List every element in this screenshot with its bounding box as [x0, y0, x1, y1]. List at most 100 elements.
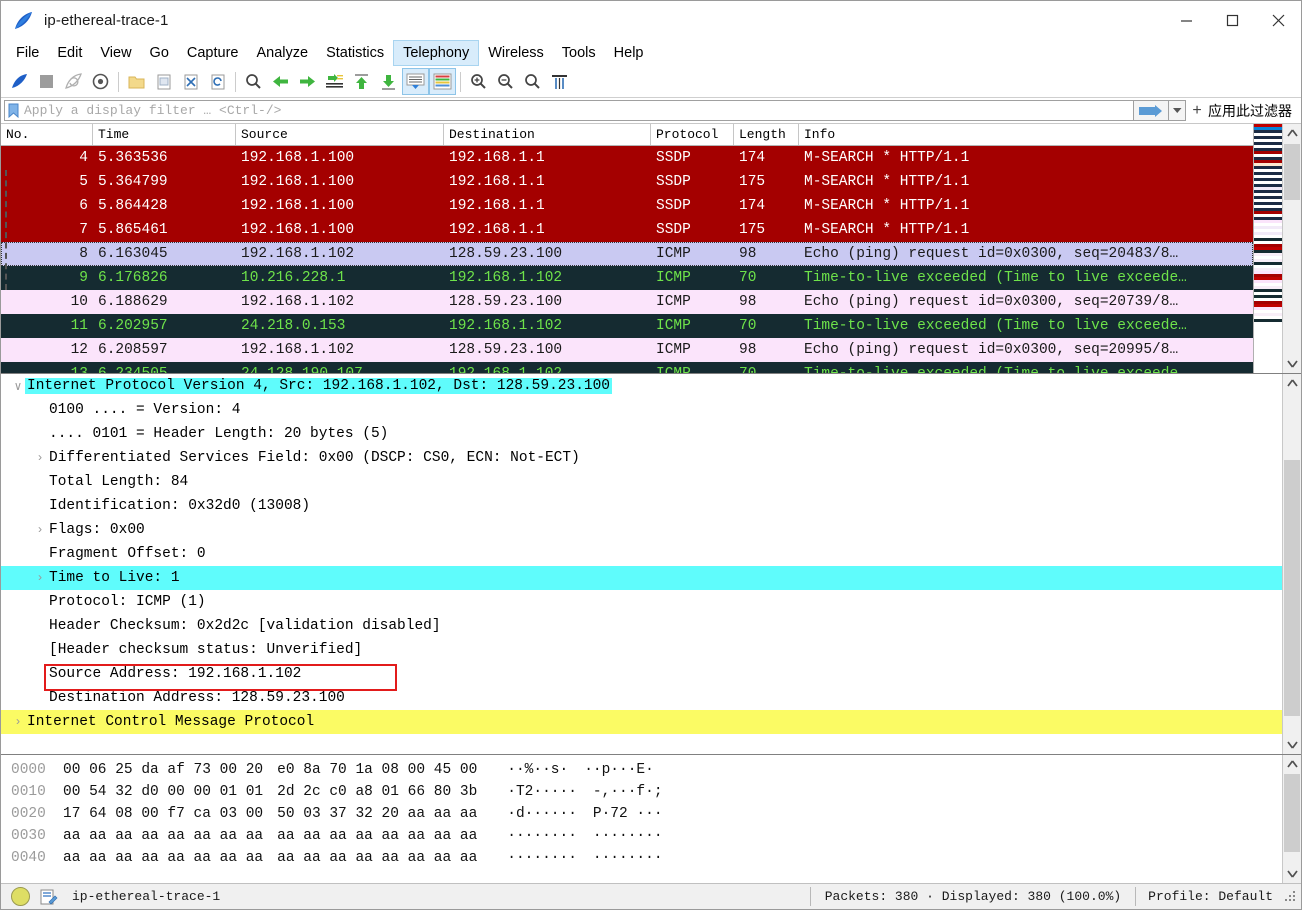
- detail-row[interactable]: Header Checksum: 0x2d2c [validation disa…: [1, 614, 1282, 638]
- packet-row[interactable]: 6 5.864428 192.168.1.100 192.168.1.1 SSDP 174…: [1, 194, 1253, 218]
- packet-details-tree[interactable]: ∨ Internet Protocol Version 4, Src: 192.1…: [1, 374, 1282, 754]
- detail-row[interactable]: .... 0101 = Header Length: 20 bytes (5): [1, 422, 1282, 446]
- scrollbar-track[interactable]: [1283, 773, 1301, 865]
- go-back-icon[interactable]: [267, 68, 294, 95]
- packet-row[interactable]: 136.23450524.128.190.107192.168.1.102ICM…: [1, 362, 1253, 373]
- filter-bookmark-icon[interactable]: [6, 102, 21, 119]
- chevron-right-icon[interactable]: ›: [33, 451, 47, 465]
- scrollbar-thumb[interactable]: [1284, 144, 1300, 200]
- packet-row[interactable]: 7 5.865461 192.168.1.100 192.168.1.1 SSDP 175…: [1, 218, 1253, 242]
- menu-analyze[interactable]: Analyze: [247, 40, 317, 66]
- filter-dropdown-button[interactable]: [1169, 100, 1186, 121]
- minimize-button[interactable]: [1163, 1, 1209, 40]
- column-header-time[interactable]: Time: [93, 124, 236, 145]
- chevron-down-icon[interactable]: ∨: [11, 379, 25, 394]
- column-header-length[interactable]: Length: [734, 124, 799, 145]
- packet-row[interactable]: 5 5.364799 192.168.1.100 192.168.1.1 SSDP 175…: [1, 170, 1253, 194]
- column-header-source[interactable]: Source: [236, 124, 444, 145]
- close-button[interactable]: [1255, 1, 1301, 40]
- hex-dump[interactable]: 0000 00 06 25 da af 73 00 20 e0 8a 70 1a 0…: [1, 755, 1282, 883]
- restart-capture-icon[interactable]: [60, 68, 87, 95]
- scrollbar-track[interactable]: [1283, 142, 1301, 355]
- expert-info-circle-icon[interactable]: [11, 887, 30, 906]
- hex-dump-row[interactable]: 0040 aa aa aa aa aa aa aa aa aa aa aa aa a…: [1, 847, 1282, 869]
- packet-list-scrollbar[interactable]: [1282, 124, 1301, 373]
- menu-go[interactable]: Go: [141, 40, 178, 66]
- detail-row[interactable]: › Internet Control Message Protocol: [1, 710, 1282, 734]
- find-packet-icon[interactable]: [240, 68, 267, 95]
- scroll-up-arrow-icon[interactable]: [1283, 755, 1301, 773]
- hex-dump-row[interactable]: 0000 00 06 25 da af 73 00 20 e0 8a 70 1a 0…: [1, 759, 1282, 781]
- scroll-down-arrow-icon[interactable]: [1283, 355, 1301, 373]
- detail-row[interactable]: Destination Address: 128.59.23.100: [1, 686, 1282, 710]
- column-header-protocol[interactable]: Protocol: [651, 124, 734, 145]
- scrollbar-track[interactable]: [1283, 392, 1301, 736]
- auto-scroll-icon[interactable]: [402, 68, 429, 95]
- scroll-down-arrow-icon[interactable]: [1283, 865, 1301, 883]
- stop-capture-icon[interactable]: [33, 68, 60, 95]
- apply-filter-arrow-icon[interactable]: [1134, 100, 1169, 121]
- menu-statistics[interactable]: Statistics: [317, 40, 393, 66]
- chevron-right-icon[interactable]: ›: [33, 523, 47, 537]
- apply-filter-label[interactable]: 应用此过滤器: [1208, 101, 1298, 121]
- packet-details-scrollbar[interactable]: [1282, 374, 1301, 754]
- save-file-icon[interactable]: [150, 68, 177, 95]
- packet-row[interactable]: 9 6.176826 10.216.228.1 192.168.1.102 ICMP 70…: [1, 266, 1253, 290]
- detail-row[interactable]: ∨ Internet Protocol Version 4, Src: 192.1…: [1, 374, 1282, 398]
- go-to-packet-icon[interactable]: [321, 68, 348, 95]
- packet-row[interactable]: 12 6.208597 192.168.1.102 128.59.23.100 ICMP…: [1, 338, 1253, 362]
- hex-dump-row[interactable]: 0020 17 64 08 00 f7 ca 03 00 50 03 37 32 2…: [1, 803, 1282, 825]
- resize-columns-icon[interactable]: [546, 68, 573, 95]
- capture-options-icon[interactable]: [87, 68, 114, 95]
- detail-row[interactable]: Total Length: 84: [1, 470, 1282, 494]
- status-profile-label[interactable]: Profile: Default: [1136, 889, 1285, 904]
- zoom-reset-icon[interactable]: [519, 68, 546, 95]
- detail-row[interactable]: › Time to Live: 1: [1, 566, 1282, 590]
- detail-row[interactable]: Identification: 0x32d0 (13008): [1, 494, 1282, 518]
- detail-row[interactable]: Source Address: 192.168.1.102: [1, 662, 1282, 686]
- column-header-no[interactable]: No.: [1, 124, 93, 145]
- zoom-out-icon[interactable]: [492, 68, 519, 95]
- go-forward-icon[interactable]: [294, 68, 321, 95]
- start-capture-icon[interactable]: [6, 68, 33, 95]
- column-header-destination[interactable]: Destination: [444, 124, 651, 145]
- resize-grip-icon[interactable]: [1285, 890, 1297, 903]
- display-filter-input[interactable]: Apply a display filter … <Ctrl-/>: [4, 100, 1134, 121]
- packet-bytes-scrollbar[interactable]: [1282, 755, 1301, 883]
- maximize-button[interactable]: [1209, 1, 1255, 40]
- menu-telephony[interactable]: Telephony: [393, 40, 480, 66]
- detail-row[interactable]: › Differentiated Services Field: 0x00 (DS…: [1, 446, 1282, 470]
- chevron-right-icon[interactable]: ›: [11, 715, 25, 729]
- scroll-up-arrow-icon[interactable]: [1283, 124, 1301, 142]
- scrollbar-thumb[interactable]: [1284, 774, 1300, 852]
- reload-file-icon[interactable]: [204, 68, 231, 95]
- packet-row[interactable]: 10 6.188629 192.168.1.102 128.59.23.100 ICMP…: [1, 290, 1253, 314]
- detail-row[interactable]: › Flags: 0x00: [1, 518, 1282, 542]
- menu-edit[interactable]: Edit: [48, 40, 91, 66]
- capture-comment-icon[interactable]: [40, 888, 58, 906]
- close-file-icon[interactable]: [177, 68, 204, 95]
- scroll-up-arrow-icon[interactable]: [1283, 374, 1301, 392]
- packet-row[interactable]: 11 6.202957 24.218.0.153 192.168.1.102 ICMP 7…: [1, 314, 1253, 338]
- go-to-first-packet-icon[interactable]: [348, 68, 375, 95]
- menu-tools[interactable]: Tools: [553, 40, 605, 66]
- add-filter-button[interactable]: +: [1186, 102, 1208, 120]
- colorize-packets-icon[interactable]: [429, 68, 456, 95]
- packet-row[interactable]: 8 6.163045 192.168.1.102 128.59.23.100 ICMP 9…: [1, 242, 1253, 266]
- zoom-in-icon[interactable]: [465, 68, 492, 95]
- menu-file[interactable]: File: [7, 40, 48, 66]
- menu-wireless[interactable]: Wireless: [479, 40, 553, 66]
- column-header-info[interactable]: Info: [799, 124, 1253, 145]
- packet-row[interactable]: 4 5.363536 192.168.1.100 192.168.1.1 SSDP 174…: [1, 146, 1253, 170]
- detail-row[interactable]: Fragment Offset: 0: [1, 542, 1282, 566]
- scroll-down-arrow-icon[interactable]: [1283, 736, 1301, 754]
- go-to-last-packet-icon[interactable]: [375, 68, 402, 95]
- detail-row[interactable]: Protocol: ICMP (1): [1, 590, 1282, 614]
- hex-dump-row[interactable]: 0010 00 54 32 d0 00 00 01 01 2d 2c c0 a8 0…: [1, 781, 1282, 803]
- hex-dump-row[interactable]: 0030 aa aa aa aa aa aa aa aa aa aa aa aa a…: [1, 825, 1282, 847]
- chevron-right-icon[interactable]: ›: [33, 571, 47, 585]
- menu-help[interactable]: Help: [605, 40, 653, 66]
- menu-view[interactable]: View: [91, 40, 140, 66]
- open-file-icon[interactable]: [123, 68, 150, 95]
- menu-capture[interactable]: Capture: [178, 40, 248, 66]
